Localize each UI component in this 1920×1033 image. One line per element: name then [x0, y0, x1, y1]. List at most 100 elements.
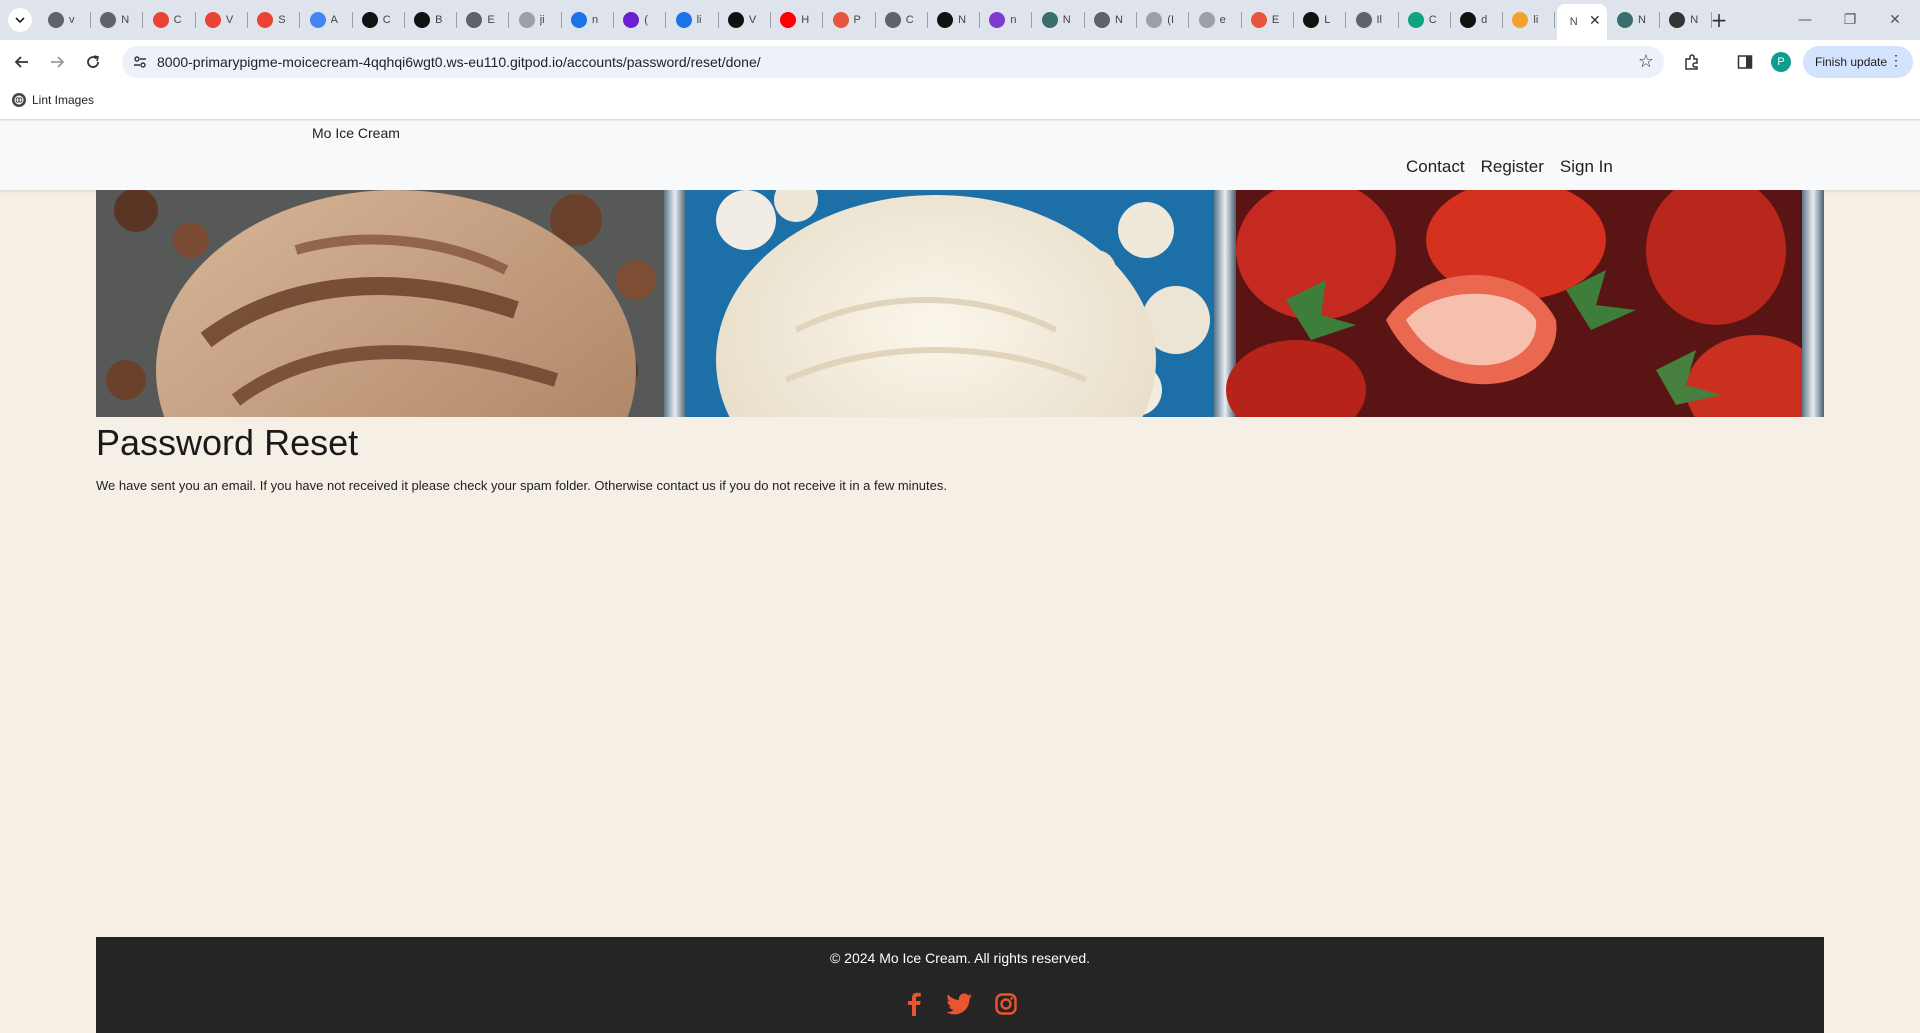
tab-separator [1136, 12, 1137, 28]
tab-separator [1240, 12, 1242, 28]
browser-tab[interactable]: H [772, 6, 822, 34]
bookmark-lint-images[interactable]: Lint Images [12, 93, 94, 107]
browser-tab[interactable]: li [1504, 6, 1554, 34]
browser-toolbar: 8000-primarypigme-moicecream-4qqhqi6wgt0… [0, 40, 1920, 84]
tab-title: S [278, 14, 286, 26]
hero-banner-image [96, 190, 1824, 417]
tab-separator [90, 12, 91, 28]
tab-title: N [1569, 16, 1578, 28]
tab-title: ( [644, 14, 648, 26]
tab-title: N [1062, 14, 1071, 26]
browser-tab[interactable]: C [1400, 6, 1450, 34]
nav-links: Contact Register Sign In [1406, 157, 1613, 177]
browser-tab[interactable]: C [145, 6, 195, 34]
nav-sign-in[interactable]: Sign In [1560, 157, 1613, 177]
medium-icon [937, 12, 954, 28]
bookmark-star-icon[interactable]: ☆ [1638, 51, 1654, 72]
globe-icon [1250, 12, 1267, 28]
tab-title: Il [1376, 14, 1383, 26]
tab-separator [613, 12, 614, 28]
mail-icon [623, 12, 640, 28]
browser-tab[interactable]: C [877, 6, 927, 34]
site-brand[interactable]: Mo Ice Cream [312, 125, 400, 141]
browser-tab[interactable]: N [92, 6, 142, 34]
tab-separator [1554, 12, 1556, 28]
finish-update-button[interactable]: Finish update ⋮ [1803, 46, 1913, 78]
browser-tab[interactable]: B [406, 6, 456, 34]
browser-tab[interactable]: ji [511, 6, 561, 34]
browser-tab[interactable]: N [1609, 6, 1659, 34]
side-panel-icon[interactable] [1733, 50, 1757, 74]
tab-separator [665, 12, 667, 28]
globe-icon [1355, 12, 1372, 28]
tab-separator [299, 12, 301, 28]
reload-button[interactable] [79, 48, 107, 76]
copyright-text: © 2024 Mo Ice Cream. All rights reserved… [829, 950, 1091, 966]
tab-separator [1397, 12, 1399, 28]
browser-tab[interactable]: n [981, 6, 1031, 34]
browser-tab[interactable]: N [1086, 6, 1136, 34]
github-icon [414, 12, 431, 28]
browser-tab[interactable]: N [1034, 6, 1084, 34]
gmail-icon [257, 12, 274, 28]
minimize-button[interactable]: — [1785, 8, 1825, 32]
browser-tab-active[interactable]: N ✕ [1556, 4, 1607, 40]
arrow-left-icon [14, 56, 28, 68]
address-bar[interactable]: 8000-primarypigme-moicecream-4qqhqi6wgt0… [122, 46, 1664, 78]
forward-button[interactable] [43, 48, 71, 76]
browser-tab[interactable]: E [458, 6, 508, 34]
tab-title: V [225, 14, 234, 26]
browser-tab[interactable]: E [1243, 6, 1293, 34]
browser-tab[interactable]: P [825, 6, 875, 34]
browser-tab[interactable]: n [563, 6, 613, 34]
browser-tab[interactable]: li [668, 6, 718, 34]
browser-tab[interactable]: d [1452, 6, 1502, 34]
tab-title: v [69, 14, 75, 26]
tab-title: C [905, 14, 914, 26]
close-tab-icon[interactable]: ✕ [1589, 13, 1601, 29]
tab-title: P [853, 14, 861, 26]
tab-title: N [121, 14, 130, 26]
extensions-icon[interactable] [1680, 50, 1704, 74]
tab-search-button[interactable] [8, 8, 32, 32]
social-links [96, 991, 1824, 1017]
tab-separator [351, 12, 353, 28]
browser-tab[interactable]: e [1191, 6, 1241, 34]
tab-title: B [435, 14, 443, 26]
twitter-icon[interactable] [947, 991, 973, 1017]
new-tab-button[interactable]: + [1705, 6, 1733, 34]
bookmark-label: Lint Images [32, 93, 95, 107]
facebook-icon[interactable] [901, 991, 927, 1017]
browser-tab[interactable]: (I [1138, 6, 1188, 34]
url-text: 8000-primarypigme-moicecream-4qqhqi6wgt0… [157, 54, 761, 70]
browser-tab[interactable]: v [40, 6, 90, 34]
browser-tab[interactable]: N [929, 6, 979, 34]
browser-tab[interactable]: V [720, 6, 770, 34]
restore-button[interactable]: ❐ [1830, 8, 1870, 32]
browser-tab[interactable]: N [1661, 6, 1711, 34]
copyright-icon [571, 12, 587, 28]
back-button[interactable] [8, 48, 36, 76]
close-window-button[interactable]: ✕ [1875, 8, 1915, 32]
tab-separator [874, 12, 876, 28]
browser-tab[interactable]: L [1295, 6, 1345, 34]
browser-tab[interactable]: S [249, 6, 299, 34]
browser-tab[interactable]: Il [1348, 6, 1398, 34]
browser-tab[interactable]: A [302, 6, 352, 34]
browser-tab[interactable]: V [197, 6, 247, 34]
google-icon [309, 12, 326, 28]
tab-separator [1449, 12, 1451, 28]
tab-title: e [1219, 14, 1226, 26]
globe-icon [832, 12, 849, 28]
browser-tab[interactable]: ( [615, 6, 665, 34]
nav-register[interactable]: Register [1481, 157, 1544, 177]
profile-avatar[interactable]: P [1771, 52, 1791, 72]
gmail-icon [204, 12, 221, 28]
site-info-icon[interactable] [130, 52, 150, 72]
nav-contact[interactable]: Contact [1406, 157, 1465, 177]
globe-icon [100, 12, 117, 28]
browser-tab[interactable]: C [354, 6, 404, 34]
globe-icon [48, 12, 64, 28]
globe-icon [1146, 12, 1163, 28]
instagram-icon[interactable] [993, 991, 1019, 1017]
